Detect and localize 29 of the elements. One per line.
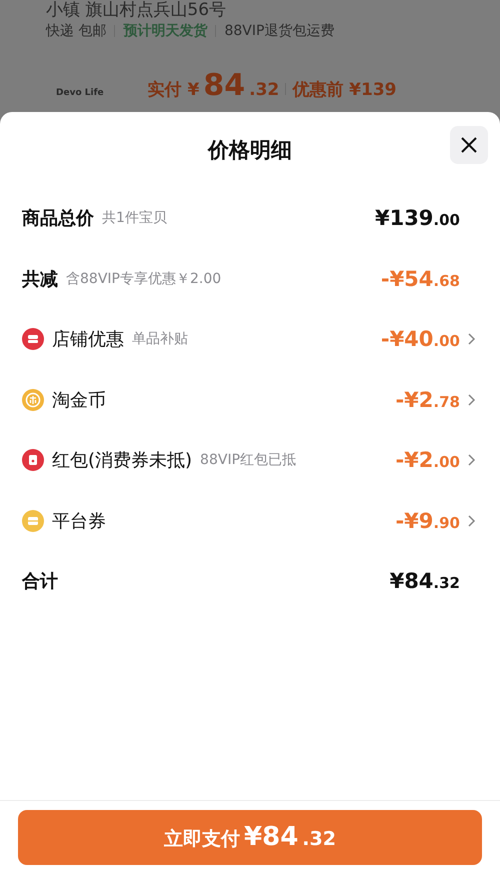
shop-logo: Devo Life bbox=[56, 88, 104, 98]
row-amount: ¥84.32 bbox=[390, 569, 460, 594]
pay-button[interactable]: 立即支付¥84.32 bbox=[18, 810, 482, 865]
row-amount: -¥2.00 bbox=[395, 448, 460, 472]
row-note: 单品补贴 bbox=[132, 330, 188, 348]
row-label: 商品总价 bbox=[22, 207, 94, 230]
row-note: 88VIP红包已抵 bbox=[200, 451, 296, 470]
row-label: 店铺优惠 bbox=[52, 328, 124, 352]
row-note: 共1件宝贝 bbox=[102, 209, 167, 228]
shipping-info: 88VIP退货包运费 bbox=[224, 22, 334, 40]
shipping-info: 快递 包邮 bbox=[46, 22, 106, 40]
row-label: 红包(消费券未抵) bbox=[52, 449, 192, 472]
row-amount: ¥139.00 bbox=[374, 206, 460, 230]
paid-price: 实付 ¥84.32 bbox=[148, 68, 280, 103]
row-amount: -¥54.68 bbox=[380, 266, 460, 291]
original-price: 优惠前 ¥139 bbox=[292, 79, 396, 101]
close-icon bbox=[460, 136, 478, 154]
row-amount: -¥40.00 bbox=[380, 327, 460, 352]
row-amount: -¥9.90 bbox=[395, 508, 460, 533]
address-text: 小镇 旗山村点兵山56号 bbox=[46, 0, 226, 21]
close-button[interactable] bbox=[450, 126, 488, 164]
row-label: 共减 bbox=[22, 268, 58, 291]
row-note: 含88VIP专享优惠￥2.00 bbox=[66, 270, 222, 288]
row-label: 合计 bbox=[22, 570, 58, 594]
row-label: 平台券 bbox=[52, 510, 106, 533]
row-label: 淘金币 bbox=[52, 388, 106, 412]
sheet-title: 价格明细 bbox=[208, 137, 292, 164]
row-amount: -¥2.78 bbox=[395, 388, 460, 412]
shipping-info: 预计明天发货 bbox=[123, 22, 208, 40]
